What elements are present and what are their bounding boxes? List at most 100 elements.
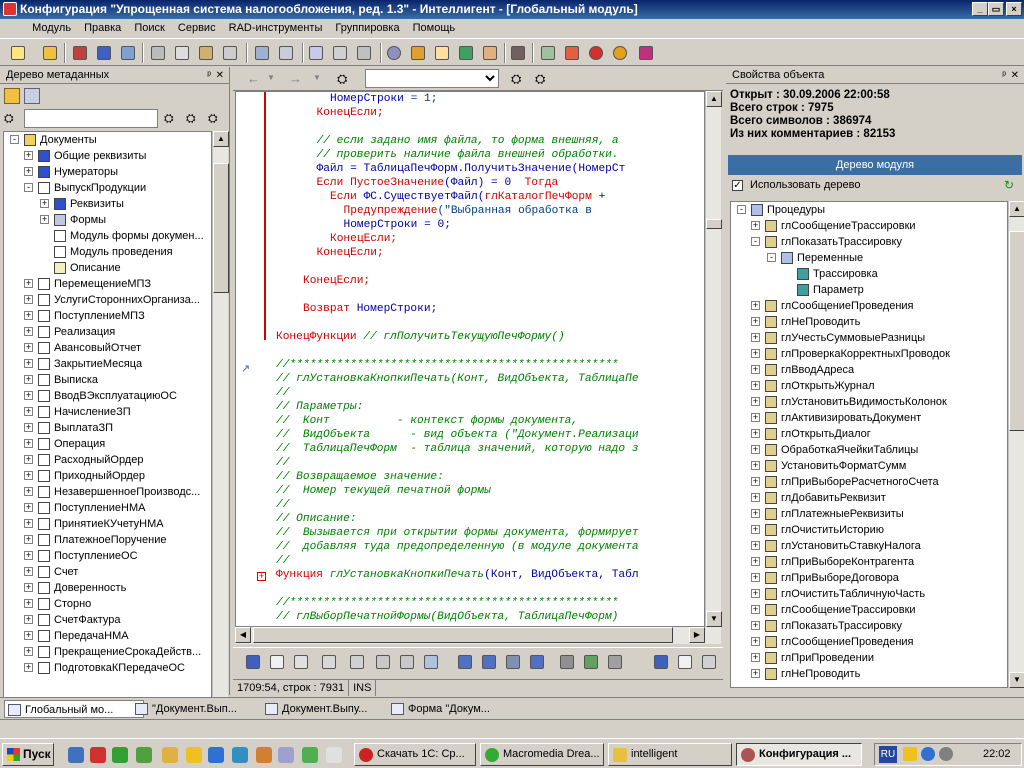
- expand-icon[interactable]: +: [751, 605, 760, 614]
- expand-icon[interactable]: +: [751, 589, 760, 598]
- menu-grouping[interactable]: Группировка: [330, 19, 404, 38]
- expand-icon[interactable]: +: [751, 637, 760, 646]
- scroll-left-icon[interactable]: ◀: [235, 627, 251, 643]
- align-icon[interactable]: [421, 652, 441, 672]
- copy-icon[interactable]: [172, 43, 192, 63]
- task-dreamweaver[interactable]: Macromedia Drea...: [480, 743, 604, 766]
- help-icon[interactable]: [432, 43, 452, 63]
- language-indicator[interactable]: RU: [879, 746, 897, 763]
- tree-item[interactable]: + ЗакрытиеМесяца: [4, 356, 211, 372]
- expand-icon[interactable]: +: [24, 423, 33, 432]
- undo-icon[interactable]: [252, 43, 272, 63]
- collapse-icon[interactable]: -: [751, 237, 760, 246]
- tree-item[interactable]: + Операция: [4, 436, 211, 452]
- scroll-up-icon[interactable]: ▲: [1009, 201, 1024, 217]
- tree-item[interactable]: + Формы: [4, 212, 211, 228]
- expand-icon[interactable]: +: [24, 583, 33, 592]
- fold-icon[interactable]: +: [257, 572, 266, 581]
- expand-icon[interactable]: +: [24, 615, 33, 624]
- code-text-area[interactable]: ↗ + НомерСтроки = 1; КонецЕсли;// если за…: [235, 91, 705, 627]
- quicklaunch-icon[interactable]: [278, 747, 294, 763]
- tree-item[interactable]: Модуль формы докумен...: [4, 228, 211, 244]
- tab-document[interactable]: Документ.Выпу...: [262, 700, 382, 718]
- expand-icon[interactable]: +: [24, 343, 33, 352]
- tree-item[interactable]: + ВыплатаЗП: [4, 420, 211, 436]
- menu-module[interactable]: Модуль: [27, 19, 76, 38]
- tray-icon[interactable]: [903, 747, 917, 761]
- gear-icon[interactable]: [384, 43, 404, 63]
- scroll-thumb[interactable]: [1009, 231, 1024, 431]
- check-icon[interactable]: [636, 43, 656, 63]
- expand-icon[interactable]: +: [40, 199, 49, 208]
- find-prev-icon[interactable]: ⛭: [186, 111, 202, 127]
- expand-icon[interactable]: +: [751, 461, 760, 470]
- expand-icon[interactable]: +: [24, 151, 33, 160]
- menu-edit[interactable]: Правка: [79, 19, 126, 38]
- module-tree-item[interactable]: + глНеПроводить: [731, 666, 1007, 682]
- task-folder[interactable]: intelligent: [608, 743, 732, 766]
- tree-item[interactable]: + АвансовыйОтчет: [4, 340, 211, 356]
- module-tree-item[interactable]: + глПриВыбореКонтрагента: [731, 554, 1007, 570]
- module-tree-item[interactable]: + глПроверкаКорректныхПроводок: [731, 346, 1007, 362]
- expand-icon[interactable]: +: [751, 349, 760, 358]
- module-tree-item[interactable]: + глОткрытьДиалог: [731, 426, 1007, 442]
- tree-item[interactable]: + НезавершенноеПроизводс...: [4, 484, 211, 500]
- expand-icon[interactable]: +: [751, 221, 760, 230]
- quicklaunch-icon[interactable]: [302, 747, 318, 763]
- pin-icon[interactable]: ᵖ: [207, 67, 211, 83]
- expand-icon[interactable]: +: [24, 279, 33, 288]
- tray-icon[interactable]: [921, 747, 935, 761]
- tree-item[interactable]: + НачислениеЗП: [4, 404, 211, 420]
- hscroll-thumb[interactable]: [253, 627, 673, 643]
- edit-icon[interactable]: [291, 652, 311, 672]
- expand-icon[interactable]: +: [24, 455, 33, 464]
- expand-icon[interactable]: +: [24, 439, 33, 448]
- tree-item[interactable]: + Выписка: [4, 372, 211, 388]
- module-tree-item[interactable]: + УстановитьФорматСумм: [731, 458, 1007, 474]
- expand-icon[interactable]: +: [40, 215, 49, 224]
- restore-button[interactable]: ▭: [988, 2, 1004, 16]
- tree-item[interactable]: + ПоступлениеОС: [4, 548, 211, 564]
- speaker-icon[interactable]: [939, 747, 953, 761]
- properties-icon[interactable]: [24, 88, 40, 104]
- tree-item[interactable]: + Сторно: [4, 596, 211, 612]
- tree-item[interactable]: + ПоступлениеМПЗ: [4, 308, 211, 324]
- module-tree-item[interactable]: + глУчестьСуммовыеРазницы: [731, 330, 1007, 346]
- tree-item[interactable]: + Общие реквизиты: [4, 148, 211, 164]
- module-tree-item[interactable]: + глСообщениеТрассировки: [731, 602, 1007, 618]
- expand-icon[interactable]: +: [24, 295, 33, 304]
- module-tree-item[interactable]: + глПоказатьТрассировку: [731, 618, 1007, 634]
- module-tree-item[interactable]: + глПриВыбореРасчетногоСчета: [731, 474, 1007, 490]
- redo-icon[interactable]: [276, 43, 296, 63]
- task-browser[interactable]: Скачать 1С: Ср...: [354, 743, 476, 766]
- tab-document-form[interactable]: "Документ.Вып...: [132, 700, 252, 718]
- insert-icon[interactable]: [605, 652, 625, 672]
- pin-icon[interactable]: ᵖ: [1002, 67, 1006, 83]
- clock[interactable]: 22:02: [983, 744, 1011, 765]
- expand-icon[interactable]: +: [751, 317, 760, 326]
- tree-item[interactable]: + ПринятиеКУчетуНМА: [4, 516, 211, 532]
- module-tree-item[interactable]: + глПлатежныеРеквизиты: [731, 506, 1007, 522]
- tree-item[interactable]: + СчетФактура: [4, 612, 211, 628]
- graph-icon[interactable]: [562, 43, 582, 63]
- back-icon[interactable]: ←: [247, 71, 260, 86]
- expand-icon[interactable]: +: [24, 407, 33, 416]
- selection-icon[interactable]: [306, 43, 326, 63]
- book-icon[interactable]: [456, 43, 476, 63]
- module-tree-item[interactable]: Трассировка: [731, 266, 1007, 282]
- tree-item[interactable]: + ПеремещениеМПЗ: [4, 276, 211, 292]
- collapse-icon[interactable]: -: [737, 205, 746, 214]
- expand-icon[interactable]: +: [751, 573, 760, 582]
- module-tree-item[interactable]: + глСообщениеТрассировки: [731, 218, 1007, 234]
- code-scrollbar[interactable]: ▲ ▼: [705, 91, 722, 627]
- folder-icon[interactable]: [4, 88, 20, 104]
- expand-icon[interactable]: +: [751, 477, 760, 486]
- module-tree-item[interactable]: + глСообщениеПроведения: [731, 634, 1007, 650]
- scroll-thumb[interactable]: [706, 219, 722, 229]
- paste-icon[interactable]: [196, 43, 216, 63]
- tree-item[interactable]: + УслугиСтороннихОрганиза...: [4, 292, 211, 308]
- quicklaunch-icon[interactable]: [90, 747, 106, 763]
- module-tree-item[interactable]: - Переменные: [731, 250, 1007, 266]
- expand-icon[interactable]: +: [751, 509, 760, 518]
- metadata-search-input[interactable]: [24, 109, 158, 128]
